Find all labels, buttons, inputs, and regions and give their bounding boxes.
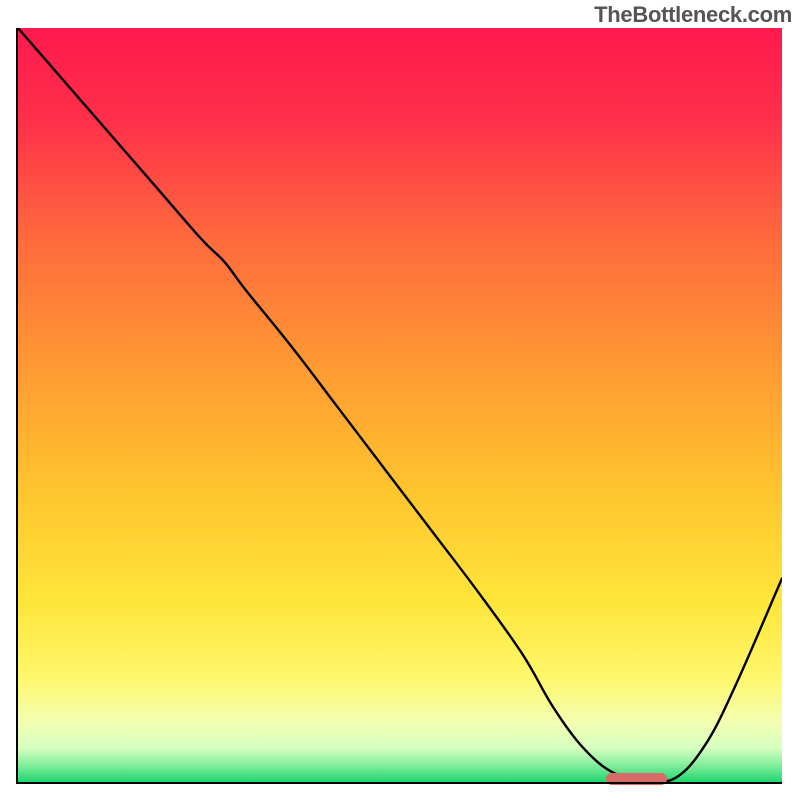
watermark-text: TheBottleneck.com (594, 2, 792, 28)
x-axis (18, 782, 782, 784)
bottleneck-curve (18, 28, 782, 782)
plot-area (18, 28, 782, 782)
chart-container: TheBottleneck.com (0, 0, 800, 800)
y-axis (16, 28, 18, 784)
